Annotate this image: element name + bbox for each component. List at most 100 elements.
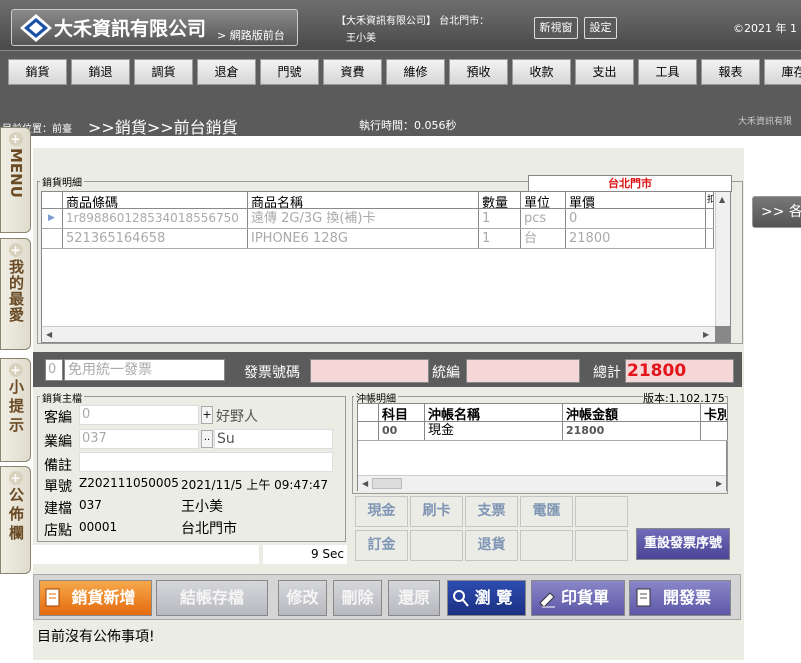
open-invoice-button[interactable]: 開發票 (629, 580, 731, 616)
main-nav: 銷貨 銷退 調貨 退倉 門號 資費 維修 預收 收款 支出 工具 報表 庫存 (0, 50, 801, 92)
nav-item-repair[interactable]: 維修 (386, 59, 445, 85)
edit-button[interactable]: 修改 (278, 580, 327, 616)
logo-company-name: 大禾資訊有限公司 (54, 18, 207, 40)
col-price[interactable]: 單價 (566, 192, 706, 208)
reset-invoice-serial-button[interactable]: 重設發票序號 (636, 528, 730, 560)
row-subject: 00 (379, 422, 425, 440)
col-product-name[interactable]: 商品名稱 (248, 192, 479, 208)
nav-item-receipt[interactable]: 收款 (512, 59, 571, 85)
row-selected-icon: ▶ (42, 209, 63, 228)
elapsed-timer: 9 Sec (263, 545, 347, 564)
row-product-name: IPHONE6 128G (248, 229, 479, 248)
scroll-left-icon[interactable]: ◀ (362, 479, 368, 488)
note-input[interactable] (79, 452, 333, 472)
print-goods-label: 印貨單 (560, 588, 609, 607)
invoice-type-name[interactable]: 免用統一發票 (64, 359, 225, 381)
pay-card-button[interactable]: 刷卡 (410, 496, 463, 527)
plus-icon: + (8, 243, 23, 257)
side-tab-favorites[interactable]: + 我的最愛 (0, 238, 31, 350)
pay-check-button[interactable]: 支票 (465, 496, 518, 527)
sales-detail-legend: 銷貨明細 (40, 174, 84, 189)
company-logo[interactable]: 大禾資訊有限公司 > 網路版前台 (11, 9, 298, 46)
horizontal-scrollbar[interactable]: ◀ ▶ (358, 475, 726, 491)
side-tab-label: 我的最愛 (7, 259, 25, 323)
side-tab-tips[interactable]: + 小提示 (0, 358, 31, 462)
new-window-button[interactable]: 新視窗 (534, 17, 578, 39)
col-settle-amount[interactable]: 沖帳金額 (563, 404, 701, 421)
col-settle-name[interactable]: 沖帳名稱 (425, 404, 563, 421)
pay-return-button[interactable]: 退貨 (465, 530, 518, 561)
horizontal-scrollbar[interactable]: ◀ ▶ (42, 326, 715, 342)
vertical-scrollbar[interactable]: ▲ (715, 192, 730, 326)
print-goods-slip-button[interactable]: 印貨單 (531, 580, 625, 616)
nav-item-reports[interactable]: 報表 (701, 59, 760, 85)
scroll-corner (715, 326, 730, 342)
customer-label: 客編 (44, 410, 72, 426)
row-price: 21800 (566, 229, 706, 248)
pay-wire-button[interactable]: 電匯 (520, 496, 573, 527)
col-card-type[interactable]: 卡別 (701, 404, 728, 421)
scroll-right-icon[interactable]: ▶ (703, 330, 709, 339)
pay-deposit-button[interactable]: 訂金 (355, 530, 408, 561)
col-qty[interactable]: 數量 (479, 192, 521, 208)
nav-item-transfer[interactable]: 調貨 (134, 59, 193, 85)
delete-button[interactable]: 刪除 (333, 580, 382, 616)
nav-item-expense[interactable]: 支出 (575, 59, 634, 85)
browse-button[interactable]: 瀏 覽 (447, 580, 526, 616)
store-tab[interactable]: 台北門市 (528, 175, 732, 192)
col-barcode[interactable]: 商品條碼 (63, 192, 248, 208)
order-time: 2021/11/5 上午 09:47:47 (181, 478, 329, 492)
pay-cash-button[interactable]: 現金 (355, 496, 408, 527)
expand-panel-button[interactable]: >> 各 (752, 196, 801, 228)
header-user-name: 王小美 (346, 33, 376, 44)
nav-item-tools[interactable]: 工具 (638, 59, 697, 85)
col-discount[interactable]: 扣 (706, 192, 714, 208)
nav-item-phone-number[interactable]: 門號 (260, 59, 319, 85)
table-row[interactable]: 00 現金 21800 (358, 422, 728, 441)
settings-button[interactable]: 設定 (584, 17, 617, 39)
col-subject[interactable]: 科目 (379, 404, 425, 421)
customer-add-button[interactable]: + (201, 406, 213, 424)
side-tab-menu[interactable]: + MENU (0, 127, 31, 233)
browse-label: 瀏 覽 (474, 588, 513, 607)
sales-rep-lookup-button[interactable]: .. (201, 430, 213, 448)
copyright-text: ©2021 年 1 (733, 22, 797, 35)
sales-rep-code-input[interactable]: 037 (79, 429, 199, 449)
invoice-no-input[interactable] (310, 359, 429, 383)
customer-code-input[interactable]: 0 (79, 405, 199, 425)
nav-item-return-warehouse[interactable]: 退倉 (197, 59, 256, 85)
col-unit[interactable]: 單位 (521, 192, 566, 208)
sales-detail-grid: 商品條碼 商品名稱 數量 單位 單價 扣 ▶ 1r898860128534018… (41, 191, 731, 343)
side-tab-bulletin[interactable]: + 公佈欄 (0, 466, 31, 574)
table-row[interactable]: 521365164658 IPHONE6 128G 1 台 21800 (42, 229, 714, 249)
pay-empty-button[interactable] (575, 530, 628, 561)
brand-watermark: 大禾資訊有限 (738, 117, 793, 127)
row-barcode: 1r898860128534018556750 (63, 209, 248, 228)
row-settle-name: 現金 (425, 422, 563, 440)
grid-header: 商品條碼 商品名稱 數量 單位 單價 扣 (42, 192, 714, 209)
nav-item-tariff[interactable]: 資費 (323, 59, 382, 85)
app-header: 大禾資訊有限公司 > 網路版前台 【大禾資訊有限公司】 台北門市： 王小美 新視… (0, 0, 801, 50)
table-row[interactable]: ▶ 1r898860128534018556750 遠傳 2G/3G 換(補)卡… (42, 209, 714, 229)
scroll-right-icon[interactable]: ▶ (716, 479, 722, 488)
nav-item-inventory[interactable]: 庫存 (764, 59, 801, 85)
sales-rep-name: Su (214, 429, 333, 449)
nav-item-prepaid[interactable]: 預收 (449, 59, 508, 85)
nav-item-sales-return[interactable]: 銷退 (71, 59, 130, 85)
pay-empty-button[interactable] (410, 530, 463, 561)
pay-empty-button[interactable] (520, 530, 573, 561)
tax-id-input[interactable] (466, 359, 580, 383)
scroll-up-icon[interactable]: ▲ (719, 195, 725, 204)
checkout-save-button[interactable]: 結帳存檔 (156, 580, 268, 616)
scroll-left-icon[interactable]: ◀ (46, 330, 52, 339)
invoice-type-code[interactable]: 0 (45, 359, 63, 381)
store-code: 00001 (79, 520, 118, 534)
plus-icon: + (8, 471, 23, 485)
new-sale-button[interactable]: 銷貨新增 (39, 580, 152, 616)
scroll-thumb[interactable] (372, 478, 402, 489)
creator-name: 王小美 (181, 499, 223, 515)
pay-empty-button[interactable] (575, 496, 628, 527)
restore-button[interactable]: 還原 (388, 580, 440, 616)
nav-item-sales[interactable]: 銷貨 (8, 59, 67, 85)
row-settle-amount: 21800 (563, 422, 701, 440)
